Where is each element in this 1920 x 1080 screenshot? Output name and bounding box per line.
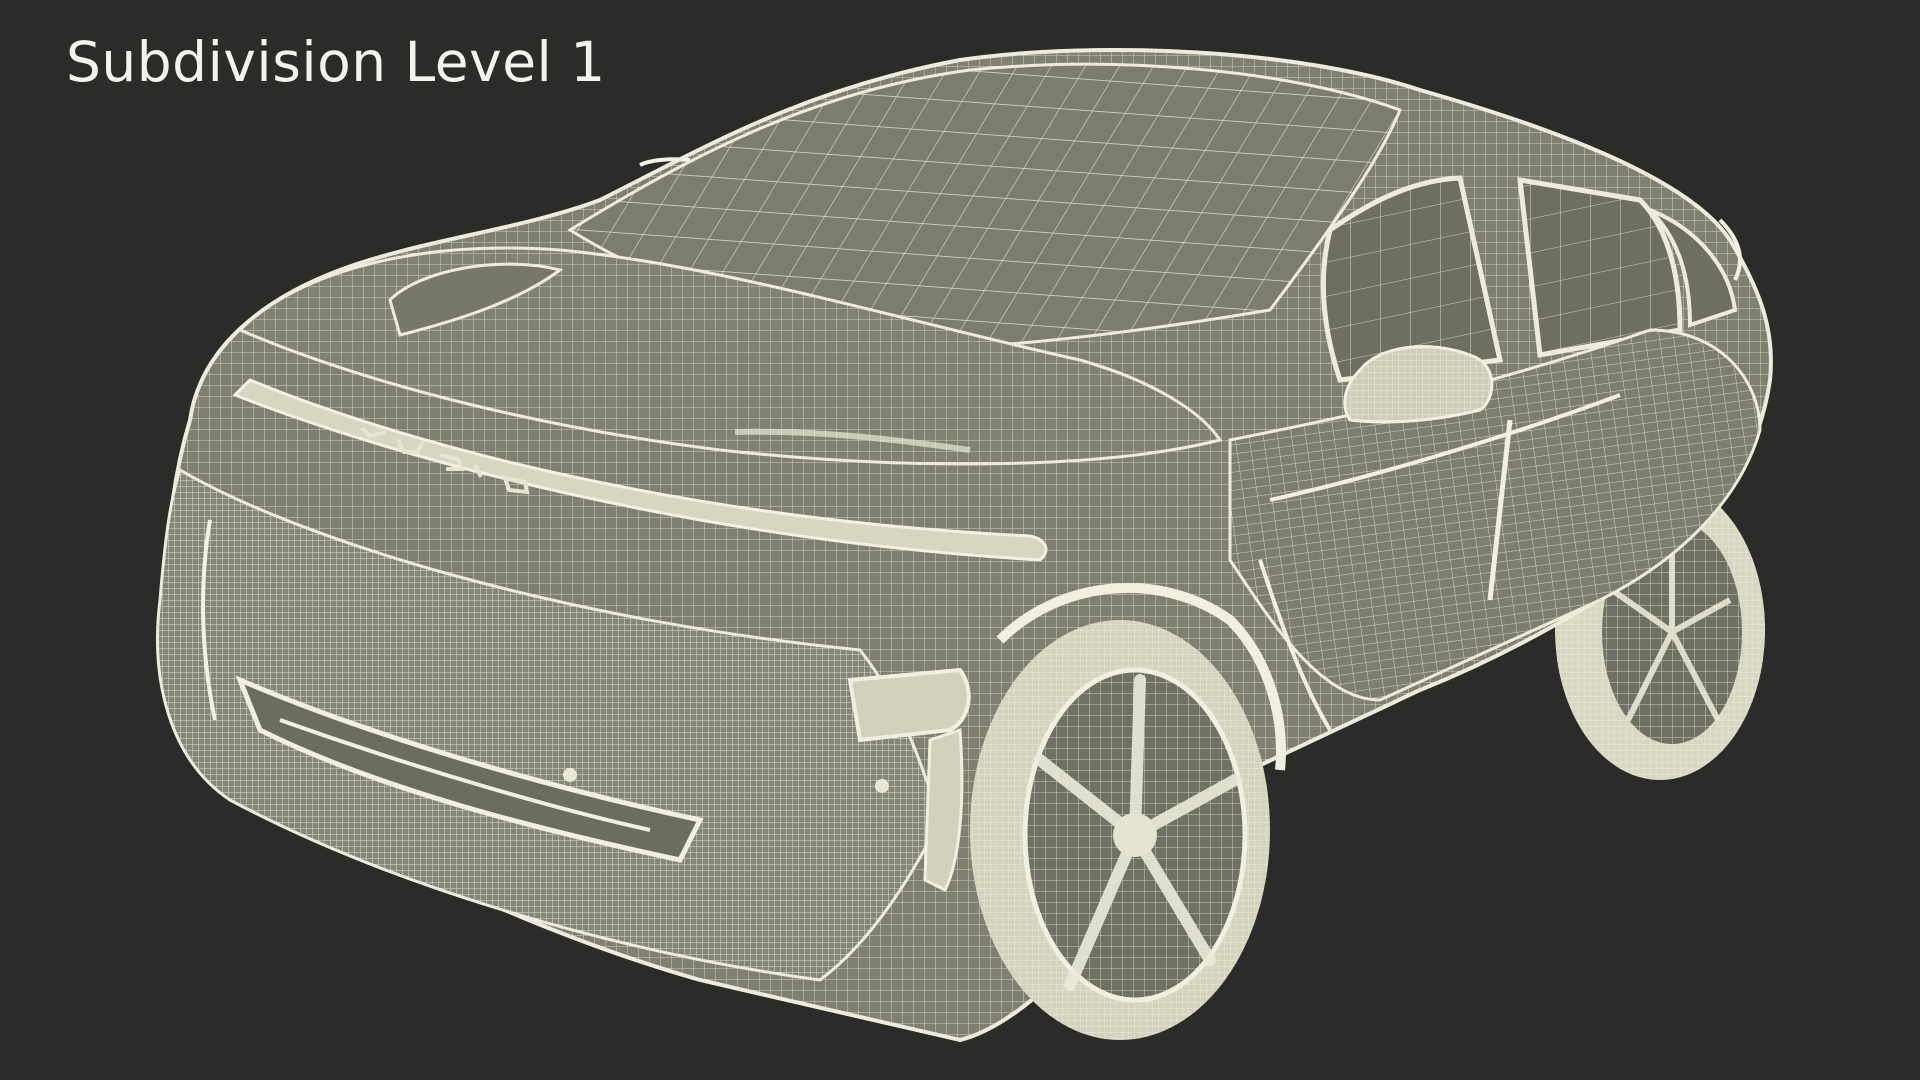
render-viewport: Subdivision Level 1 [0, 0, 1920, 1080]
car-wireframe-render [156, 48, 1773, 1043]
subdivision-level-label: Subdivision Level 1 [66, 30, 606, 94]
front-wheel [970, 620, 1270, 1040]
